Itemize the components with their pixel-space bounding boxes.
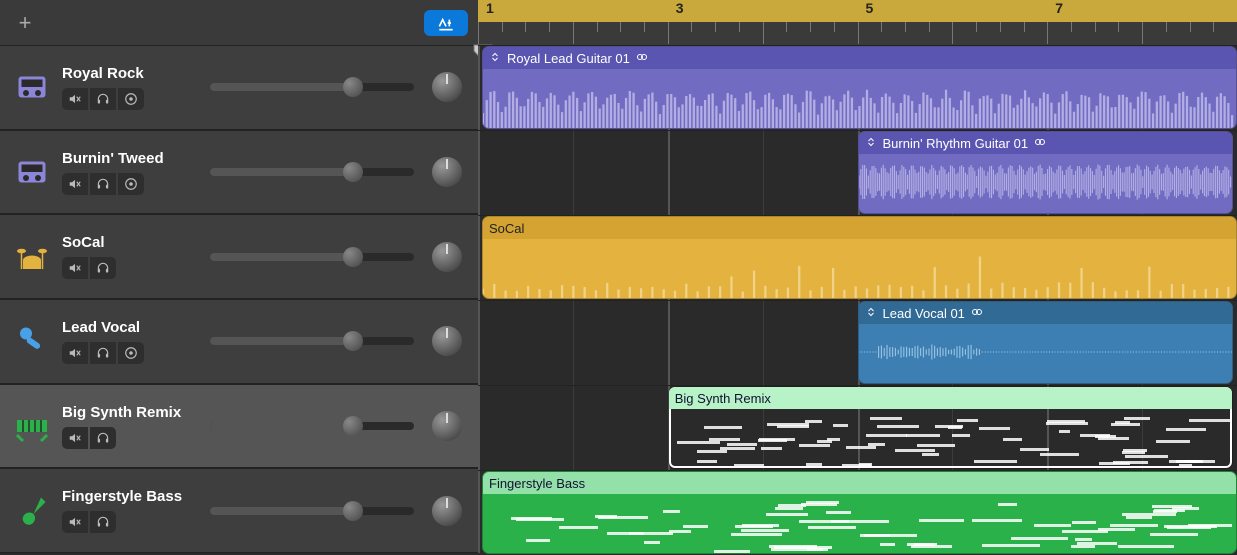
region-label: SoCal xyxy=(489,221,524,236)
track-name-label: SoCal xyxy=(62,234,192,251)
region-label: Fingerstyle Bass xyxy=(489,476,585,491)
amp-icon xyxy=(12,67,52,107)
solo-headphones-button[interactable] xyxy=(90,427,116,449)
ruler-marker: 1 xyxy=(482,0,494,16)
mute-button[interactable] xyxy=(62,88,88,110)
pan-knob[interactable] xyxy=(432,411,462,441)
pan-knob[interactable] xyxy=(432,326,462,356)
track-name-label: Burnin' Tweed xyxy=(62,150,192,167)
keys-icon xyxy=(12,406,52,446)
solo-headphones-button[interactable] xyxy=(90,88,116,110)
region-take-icon[interactable] xyxy=(865,306,877,321)
pan-knob[interactable] xyxy=(432,157,462,187)
solo-headphones-button[interactable] xyxy=(90,257,116,279)
region[interactable]: Lead Vocal 01 xyxy=(858,301,1234,384)
input-monitor-button[interactable] xyxy=(118,342,144,364)
mute-button[interactable] xyxy=(62,257,88,279)
pan-knob[interactable] xyxy=(432,496,462,526)
solo-headphones-button[interactable] xyxy=(90,342,116,364)
region-take-icon[interactable] xyxy=(489,51,501,66)
drums-icon xyxy=(12,237,52,277)
track-name-label: Royal Rock xyxy=(62,65,192,82)
mic-icon xyxy=(12,321,52,361)
ruler-marker: 5 xyxy=(862,0,874,16)
catch-playhead-button[interactable] xyxy=(424,10,468,36)
track-header[interactable]: Burnin' Tweed xyxy=(0,130,478,215)
timeline-ruler[interactable]: 1 3 5 7 xyxy=(478,0,1237,45)
volume-slider[interactable] xyxy=(210,422,414,430)
volume-slider[interactable] xyxy=(210,507,414,515)
solo-headphones-button[interactable] xyxy=(90,173,116,195)
region[interactable]: SoCal xyxy=(482,216,1237,299)
region-label: Burnin' Rhythm Guitar 01 xyxy=(883,136,1029,151)
loop-icon xyxy=(971,306,983,321)
mute-button[interactable] xyxy=(62,342,88,364)
solo-headphones-button[interactable] xyxy=(90,511,116,533)
region-take-icon[interactable] xyxy=(865,136,877,151)
track-header[interactable]: Big Synth Remix xyxy=(0,384,478,469)
region[interactable]: Big Synth Remix xyxy=(668,386,1233,469)
track-header[interactable]: Fingerstyle Bass xyxy=(0,468,478,553)
input-monitor-button[interactable] xyxy=(118,173,144,195)
track-name-label: Big Synth Remix xyxy=(62,404,192,421)
region[interactable]: Burnin' Rhythm Guitar 01 xyxy=(858,131,1234,214)
amp-icon xyxy=(12,152,52,192)
loop-icon xyxy=(1034,136,1046,151)
mute-button[interactable] xyxy=(62,427,88,449)
region[interactable]: Fingerstyle Bass xyxy=(482,471,1237,554)
track-header[interactable]: Lead Vocal xyxy=(0,299,478,384)
mute-button[interactable] xyxy=(62,173,88,195)
loop-icon xyxy=(636,51,648,66)
track-header[interactable]: SoCal xyxy=(0,214,478,299)
ruler-marker: 3 xyxy=(672,0,684,16)
region-label: Big Synth Remix xyxy=(675,391,771,406)
volume-slider[interactable] xyxy=(210,337,414,345)
track-name-label: Lead Vocal xyxy=(62,319,192,336)
ruler-marker: 7 xyxy=(1051,0,1063,16)
track-header[interactable]: Royal Rock xyxy=(0,45,478,130)
guitar-icon xyxy=(12,491,52,531)
pan-knob[interactable] xyxy=(432,242,462,272)
add-track-button[interactable]: + xyxy=(10,11,40,35)
pan-knob[interactable] xyxy=(432,72,462,102)
volume-slider[interactable] xyxy=(210,83,414,91)
input-monitor-button[interactable] xyxy=(118,88,144,110)
region-label: Lead Vocal 01 xyxy=(883,306,965,321)
volume-slider[interactable] xyxy=(210,253,414,261)
mute-button[interactable] xyxy=(62,511,88,533)
track-name-label: Fingerstyle Bass xyxy=(62,488,192,505)
region[interactable]: Royal Lead Guitar 01 xyxy=(482,46,1237,129)
region-label: Royal Lead Guitar 01 xyxy=(507,51,630,66)
volume-slider[interactable] xyxy=(210,168,414,176)
